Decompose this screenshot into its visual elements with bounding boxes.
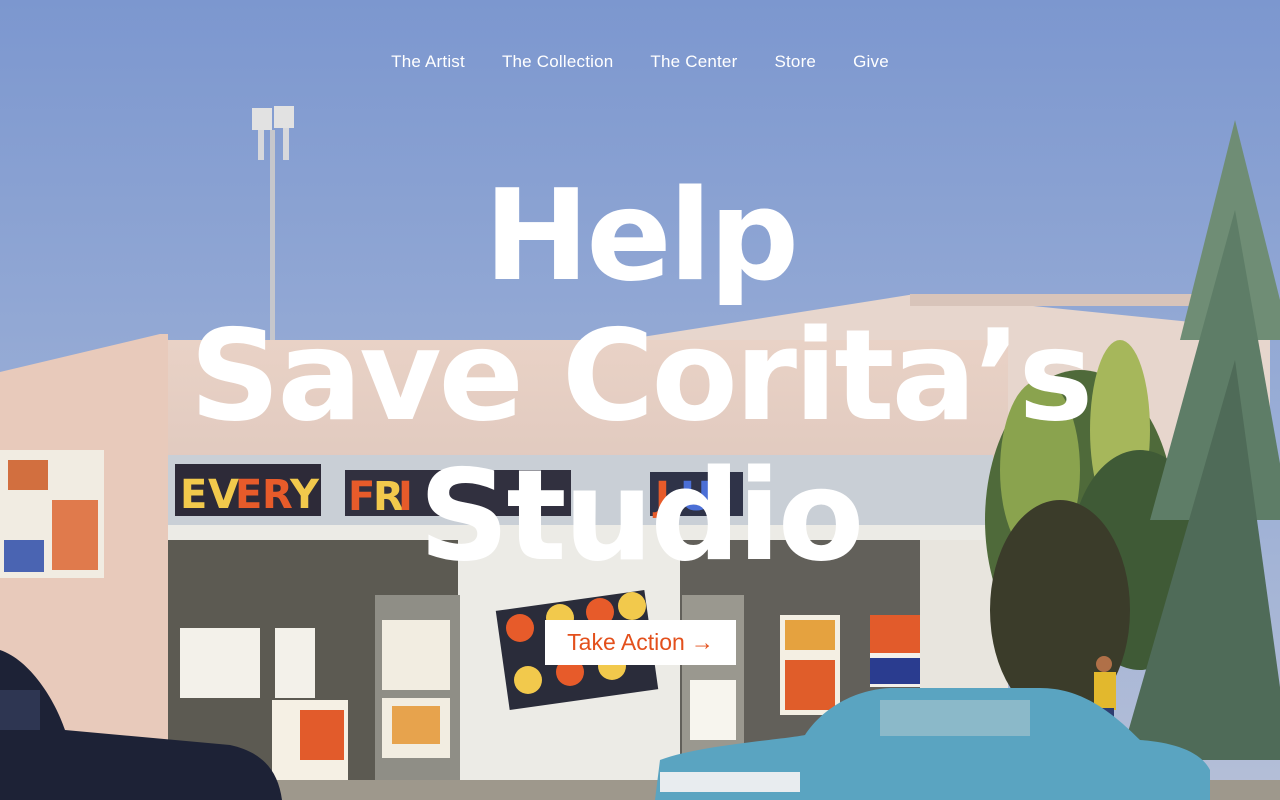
hero-heading: Help Save Corita’s Studio — [0, 166, 1280, 586]
take-action-label: Take Action — [567, 629, 685, 655]
hero-line-3: Studio — [418, 442, 865, 589]
hero-line-1: Help — [483, 162, 799, 309]
nav-store[interactable]: Store — [774, 52, 816, 72]
take-action-button[interactable]: Take Action → — [545, 620, 736, 665]
top-nav: The Artist The Collection The Center Sto… — [0, 52, 1280, 72]
hero-line-2: Save Corita’s — [189, 302, 1094, 449]
nav-the-center[interactable]: The Center — [650, 52, 737, 72]
nav-the-collection[interactable]: The Collection — [502, 52, 613, 72]
arrow-right-icon: → — [690, 629, 714, 655]
nav-the-artist[interactable]: The Artist — [391, 52, 465, 72]
nav-give[interactable]: Give — [853, 52, 889, 72]
